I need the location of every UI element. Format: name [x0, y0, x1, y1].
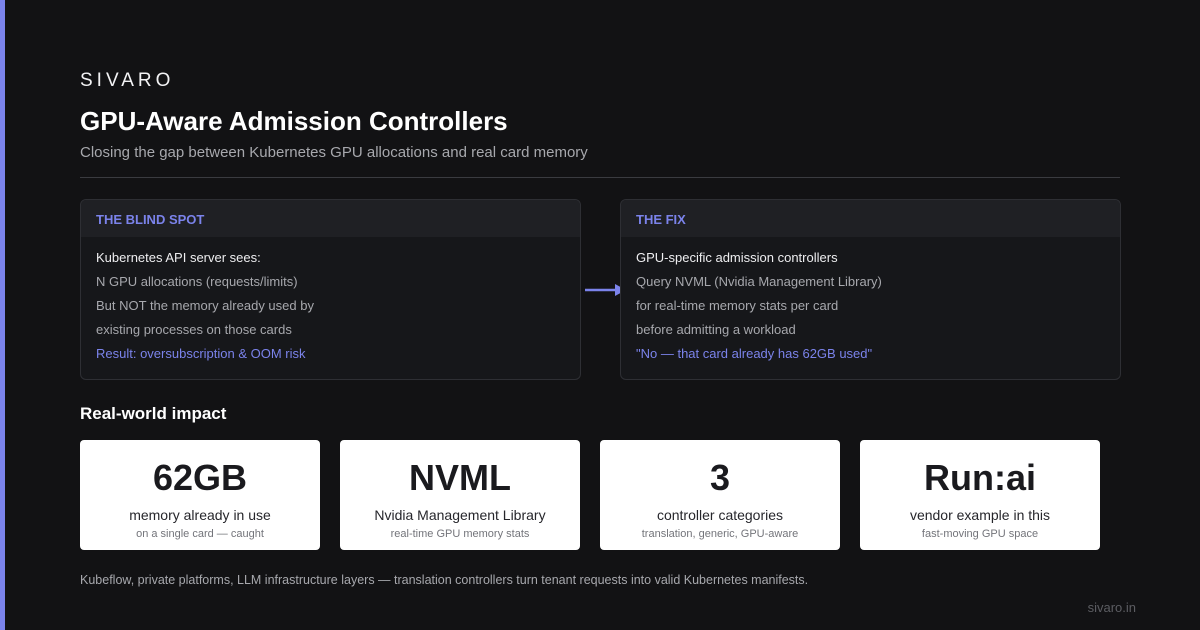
page-title: GPU-Aware Admission Controllers	[80, 106, 508, 136]
accent-bar	[0, 0, 5, 630]
fix-line: for real-time memory stats per card	[636, 298, 839, 313]
stat-sublabel: fast-moving GPU space	[921, 528, 1039, 540]
stat-sublabel: on a single card — caught	[136, 528, 264, 540]
blind-spot-line: But NOT the memory already used by	[96, 298, 314, 313]
stat-value: Run:ai	[924, 457, 1036, 498]
stat-card-nvml: NVML Nvidia Management Library real-time…	[340, 440, 580, 550]
fix-lead: GPU-specific admission controllers	[636, 250, 838, 265]
stat-card-vendor: Run:ai vendor example in this fast-movin…	[860, 440, 1100, 550]
site-link[interactable]: sivaro.in	[1088, 600, 1136, 615]
blind-spot-panel: THE BLIND SPOT Kubernetes API server see…	[80, 199, 581, 380]
stat-label: Nvidia Management Library	[374, 507, 546, 523]
fix-result: "No — that card already has 62GB used"	[636, 346, 873, 361]
fix-line: Query NVML (Nvidia Management Library)	[636, 274, 882, 289]
stat-sublabel: real-time GPU memory stats	[390, 528, 530, 540]
stat-card-memory: 62GB memory already in use on a single c…	[80, 440, 320, 550]
stat-card-categories: 3 controller categories translation, gen…	[600, 440, 840, 550]
stat-value: 3	[709, 457, 731, 498]
blind-spot-line: existing processes on those cards	[96, 322, 292, 337]
blind-spot-line: N GPU allocations (requests/limits)	[96, 274, 298, 289]
brand-logo: SIVARO	[80, 70, 175, 91]
fix-line: before admitting a workload	[636, 322, 796, 337]
stat-value: 62GB	[152, 457, 248, 498]
blind-spot-lead: Kubernetes API server sees:	[96, 250, 261, 265]
fix-heading: THE FIX	[621, 200, 1120, 237]
stat-label: memory already in use	[129, 507, 271, 523]
fix-panel: THE FIX GPU-specific admission controlle…	[620, 199, 1121, 380]
blind-spot-heading: THE BLIND SPOT	[81, 200, 580, 237]
stat-sublabel: translation, generic, GPU-aware	[641, 528, 799, 540]
impact-title: Real-world impact	[80, 404, 227, 423]
footer-note: Kubeflow, private platforms, LLM infrast…	[80, 573, 809, 587]
header-divider	[80, 177, 1120, 178]
stat-label: controller categories	[656, 507, 784, 523]
stat-label: vendor example in this	[909, 507, 1051, 523]
stat-value: NVML	[409, 457, 511, 498]
page-subtitle: Closing the gap between Kubernetes GPU a…	[80, 144, 588, 161]
blind-spot-result: Result: oversubscription & OOM risk	[96, 346, 306, 361]
